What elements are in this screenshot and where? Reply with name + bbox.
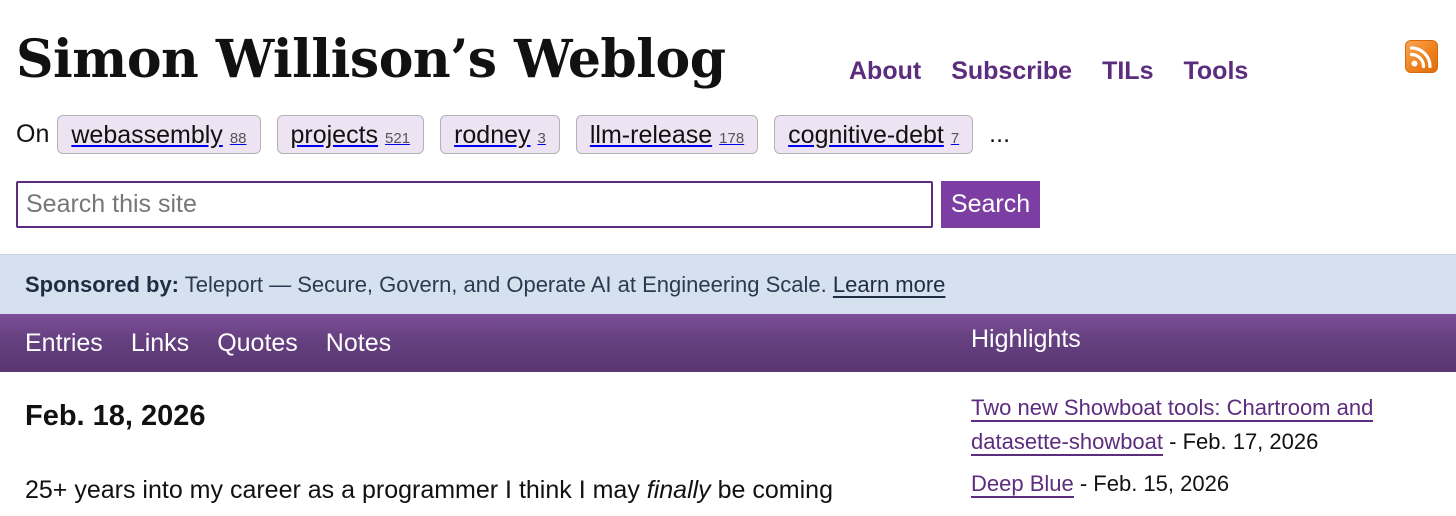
tag-count: 7 (950, 130, 960, 147)
highlight-item: Two new Showboat tools: Chartroom and da… (971, 391, 1431, 459)
tag-name: cognitive-debt (788, 121, 944, 149)
search-button[interactable]: Search (941, 181, 1040, 228)
highlight-item: Deep Blue - Feb. 15, 2026 (971, 467, 1431, 501)
tag-webassembly[interactable]: webassembly 88 (57, 115, 261, 154)
page: Simon Willison’s Weblog About Subscribe … (0, 0, 1456, 516)
tags-prefix: On (16, 120, 50, 148)
entry-text: 25+ years into my career as a programmer… (25, 475, 833, 505)
nav-link-tils[interactable]: TILs (1102, 56, 1153, 86)
top-nav: About Subscribe TILs Tools (849, 56, 1248, 86)
tag-llm-release[interactable]: llm-release 178 (575, 115, 759, 154)
nav-link-subscribe[interactable]: Subscribe (951, 56, 1072, 86)
entry-text-emphasis: finally (646, 476, 711, 504)
tag-rodney[interactable]: rodney 3 (440, 115, 560, 154)
section-nav-quotes[interactable]: Quotes (217, 329, 298, 358)
tag-name: rodney (454, 121, 531, 149)
section-nav-bar: Entries Links Quotes Notes Highlights (0, 314, 1456, 372)
highlight-link[interactable]: Deep Blue (971, 471, 1074, 498)
tag-count: 521 (385, 130, 411, 147)
sponsor-label: Sponsored by: (25, 272, 180, 297)
more-tags-link[interactable]: ... (989, 120, 1010, 149)
tag-cognitive-debt[interactable]: cognitive-debt 7 (774, 115, 974, 154)
highlights-list: Two new Showboat tools: Chartroom and da… (971, 391, 1431, 509)
sponsor-banner: Sponsored by: Teleport — Secure, Govern,… (0, 254, 1456, 314)
tag-count: 88 (229, 130, 247, 147)
section-nav: Entries Links Quotes Notes (25, 314, 391, 372)
highlights-heading: Highlights (971, 325, 1081, 353)
nav-link-about[interactable]: About (849, 56, 921, 86)
highlight-date: - Feb. 17, 2026 (1163, 429, 1319, 454)
sponsor-learn-more-link[interactable]: Learn more (833, 272, 946, 297)
site-title[interactable]: Simon Willison’s Weblog (16, 34, 726, 86)
entry-text-end: be coming (710, 476, 833, 504)
sponsor-text: Teleport — Secure, Govern, and Operate A… (184, 272, 827, 297)
highlight-date: - Feb. 15, 2026 (1073, 471, 1230, 496)
tag-count: 178 (719, 130, 745, 147)
entry-date-heading[interactable]: Feb. 18, 2026 (25, 399, 206, 433)
nav-link-tools[interactable]: Tools (1183, 56, 1248, 86)
tag-name: llm-release (589, 121, 713, 149)
tag-name: webassembly (71, 121, 223, 149)
tag-projects[interactable]: projects 521 (276, 115, 425, 154)
search-input[interactable] (16, 181, 933, 228)
entry-text-start: 25+ years into my career as a programmer… (25, 476, 647, 504)
tag-row: On webassembly 88 projects 521 rodney 3 … (16, 114, 1010, 155)
section-nav-entries[interactable]: Entries (25, 329, 103, 358)
tag-name: projects (290, 121, 379, 149)
section-nav-notes[interactable]: Notes (326, 329, 391, 358)
section-nav-links[interactable]: Links (131, 329, 189, 358)
tag-count: 3 (537, 130, 546, 147)
rss-feed-icon[interactable] (1405, 40, 1438, 73)
